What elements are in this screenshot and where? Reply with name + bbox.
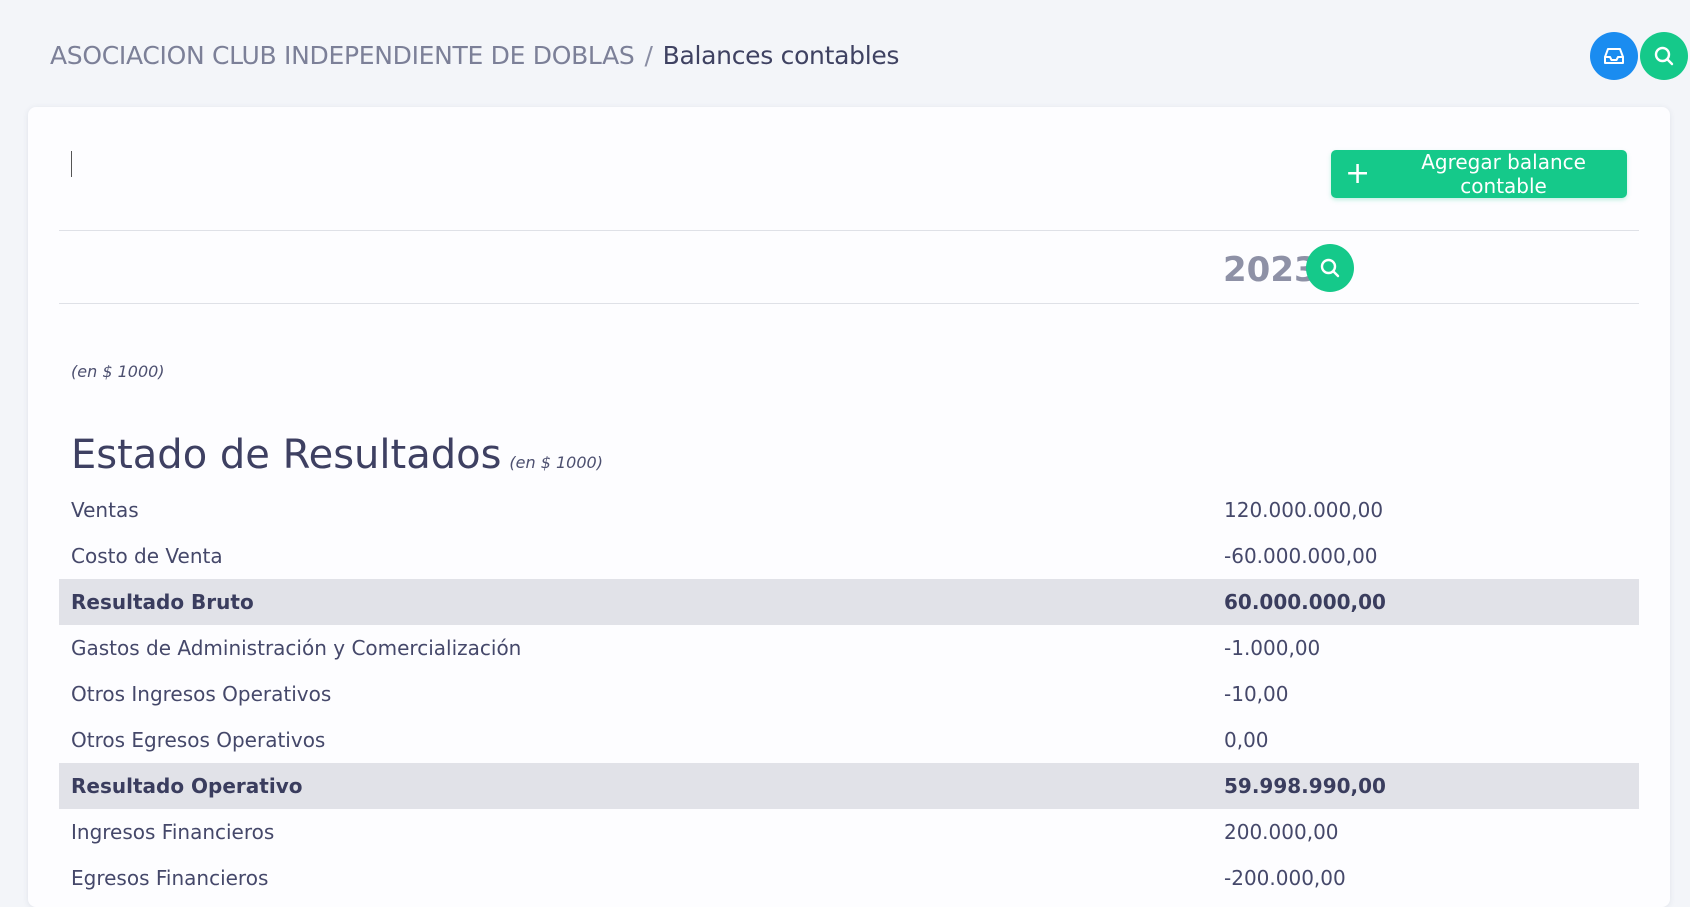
section-title-text: Estado de Resultados [71, 432, 502, 478]
row-value: -60.000.000,00 [1224, 544, 1378, 568]
row-value: -1.000,00 [1224, 636, 1321, 660]
table-row: Otros Egresos Operativos 0,00 [59, 717, 1639, 763]
inbox-button[interactable] [1590, 32, 1638, 80]
search-icon [1654, 46, 1674, 66]
row-label: Otros Egresos Operativos [71, 728, 326, 752]
table-row: Otros Ingresos Operativos -10,00 [59, 671, 1639, 717]
row-value: 60.000.000,00 [1224, 590, 1386, 614]
row-value: 120.000.000,00 [1224, 498, 1384, 522]
table-row: Ingresos Financieros 200.000,00 [59, 809, 1639, 855]
table-row: Gastos de Administración y Comercializac… [59, 625, 1639, 671]
row-value: 0,00 [1224, 728, 1269, 752]
global-search-button[interactable] [1640, 32, 1688, 80]
top-bar: ASOCIACION CLUB INDEPENDIENTE DE DOBLAS /… [0, 0, 1690, 108]
table-row-total: Resultado Bruto 60.000.000,00 [59, 579, 1639, 625]
plus-icon: + [1345, 156, 1371, 191]
balance-card: + Agregar balance contable 2023 (en $ 10… [28, 107, 1670, 907]
divider-bottom [59, 303, 1639, 304]
section-title: Estado de Resultados (en $ 1000) [71, 432, 603, 478]
row-label: Ingresos Financieros [71, 820, 275, 844]
row-label: Otros Ingresos Operativos [71, 682, 332, 706]
table-row: Ventas 120.000.000,00 [59, 487, 1639, 533]
breadcrumb-separator: / [644, 41, 653, 70]
row-label: Egresos Financieros [71, 866, 269, 890]
results-table: Ventas 120.000.000,00 Costo de Venta -60.00… [59, 487, 1639, 901]
breadcrumb: ASOCIACION CLUB INDEPENDIENTE DE DOBLAS /… [50, 41, 899, 70]
search-icon [1320, 258, 1340, 278]
inbox-icon [1604, 48, 1624, 64]
table-row-total: Resultado Operativo 59.998.990,00 [59, 763, 1639, 809]
row-value: 200.000,00 [1224, 820, 1339, 844]
section-title-unit: (en $ 1000) [509, 453, 603, 472]
unit-note: (en $ 1000) [71, 362, 165, 381]
breadcrumb-organization[interactable]: ASOCIACION CLUB INDEPENDIENTE DE DOBLAS [50, 41, 635, 70]
add-balance-button[interactable]: + Agregar balance contable [1331, 150, 1627, 198]
row-value: 59.998.990,00 [1224, 774, 1386, 798]
table-row: Egresos Financieros -200.000,00 [59, 855, 1639, 901]
row-value: -10,00 [1224, 682, 1289, 706]
row-label: Ventas [71, 498, 139, 522]
row-label: Resultado Operativo [71, 774, 303, 798]
row-label: Gastos de Administración y Comercializac… [71, 636, 522, 660]
row-label: Costo de Venta [71, 544, 223, 568]
text-cursor [71, 151, 72, 177]
breadcrumb-current: Balances contables [662, 41, 900, 70]
table-row: Costo de Venta -60.000.000,00 [59, 533, 1639, 579]
year-label: 2023 [1223, 250, 1318, 290]
year-search-button[interactable] [1306, 244, 1354, 292]
row-value: -200.000,00 [1224, 866, 1346, 890]
add-balance-label: Agregar balance contable [1421, 150, 1586, 198]
divider-top [59, 230, 1639, 231]
row-label: Resultado Bruto [71, 590, 254, 614]
